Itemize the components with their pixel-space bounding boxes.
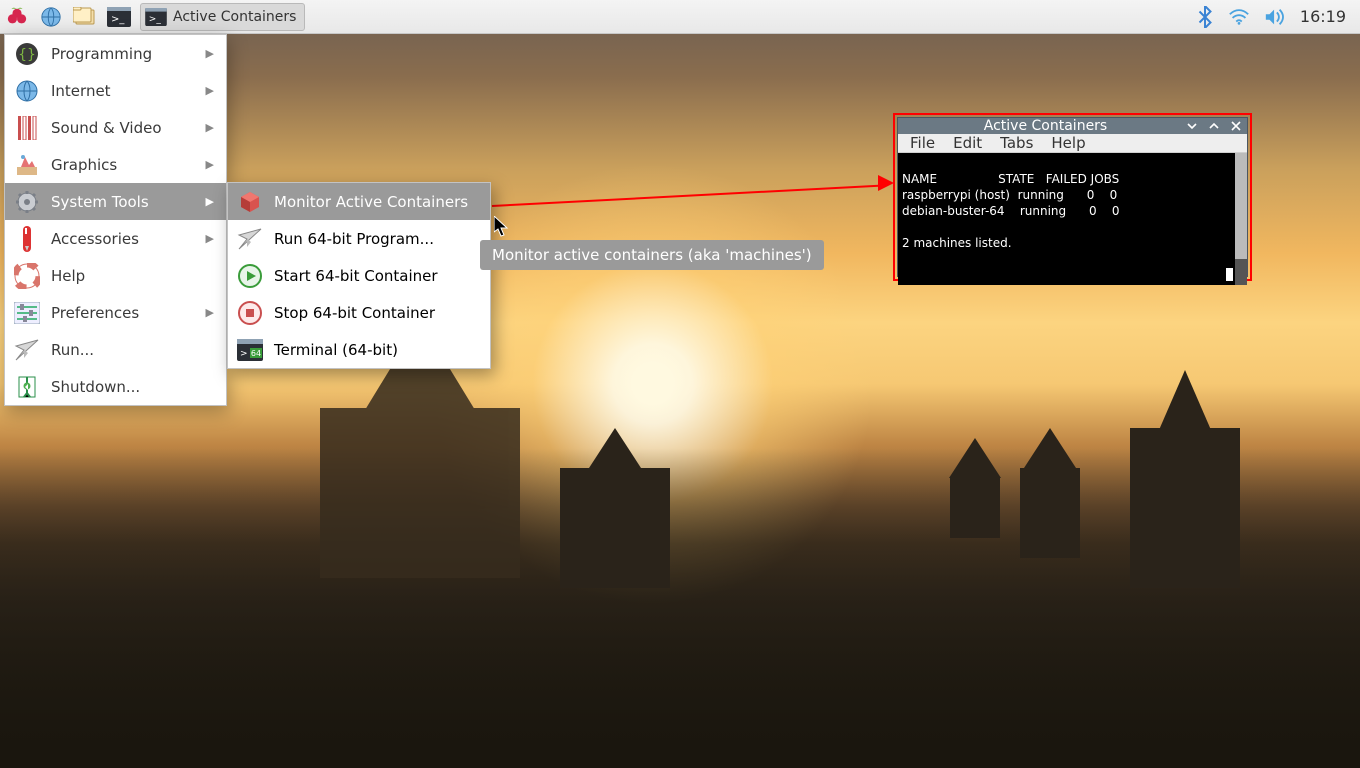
submenu-item-terminal-64-bit-[interactable]: >64 Terminal (64-bit) [228,331,490,368]
window-titlebar[interactable]: Active Containers [898,118,1247,134]
menu-item-graphics[interactable]: Graphics ▶ [5,146,226,183]
terminal-launcher[interactable]: >_ [102,0,136,34]
system-tools-submenu: Monitor Active Containers Run 64-bit Prog… [227,182,491,369]
menu-item-sound-video[interactable]: Sound & Video ▶ [5,109,226,146]
application-menu: {}Programming▶Internet▶Sound & Video▶Gra… [4,34,227,406]
menu-item-help[interactable]: Help [5,257,226,294]
menubar-item-tabs[interactable]: Tabs [1000,134,1033,152]
menu-item-label: Graphics [51,156,117,174]
sound-video-icon [13,114,41,142]
stop-icon [236,299,264,327]
window-minimize-button[interactable] [1187,121,1197,131]
submenu-item-label: Monitor Active Containers [274,193,468,211]
submenu-item-monitor-active-containers[interactable]: Monitor Active Containers [228,183,490,220]
terminal-row: raspberrypi (host) running 0 0 [902,188,1117,202]
mouse-cursor [494,216,510,238]
file-manager-launcher[interactable] [68,0,102,34]
svg-text:64: 64 [251,349,261,358]
menubar-item-edit[interactable]: Edit [953,134,982,152]
window-menubar: File Edit Tabs Help [898,134,1247,153]
menu-item-label: Internet [51,82,111,100]
submenu-arrow-icon: ▶ [206,306,214,319]
start-menu-button[interactable] [0,0,34,34]
svg-text:>_: >_ [149,14,162,24]
run-icon [13,336,41,364]
menu-item-label: Accessories [51,230,139,248]
menu-item-preferences[interactable]: Preferences ▶ [5,294,226,331]
svg-text:>: > [240,349,248,359]
window-title: Active Containers [904,118,1187,134]
terminal-row: debian-buster-64 running 0 0 [902,204,1120,218]
menu-item-shutdown-[interactable]: Shutdown... [5,368,226,405]
shutdown-icon [13,373,41,401]
menu-item-label: Shutdown... [51,378,140,396]
submenu-arrow-icon: ▶ [206,84,214,97]
menu-item-system-tools[interactable]: System Tools ▶ [5,183,226,220]
menu-item-label: System Tools [51,193,149,211]
terminal-footer: 2 machines listed. [902,236,1012,250]
container-icon [236,188,264,216]
play-icon [236,262,264,290]
menu-item-label: Run... [51,341,94,359]
submenu-item-label: Run 64-bit Program... [274,230,434,248]
submenu-item-start-64-bit-container[interactable]: Start 64-bit Container [228,257,490,294]
submenu-item-run-64-bit-program-[interactable]: Run 64-bit Program... [228,220,490,257]
submenu-item-label: Terminal (64-bit) [274,341,398,359]
svg-text:>_: >_ [111,14,125,25]
menu-item-accessories[interactable]: Accessories ▶ [5,220,226,257]
menu-item-label: Programming [51,45,152,63]
terminal-cursor [1226,268,1233,281]
menu-item-internet[interactable]: Internet ▶ [5,72,226,109]
preferences-icon [13,299,41,327]
programming-icon: {} [13,40,41,68]
accessories-icon [13,225,41,253]
volume-icon[interactable] [1264,8,1286,26]
submenu-arrow-icon: ▶ [206,232,214,245]
terminal-header-row: NAME STATE FAILED JOBS [902,172,1119,186]
menu-item-run-[interactable]: Run... [5,331,226,368]
taskbar-item-active-containers[interactable]: >_ Active Containers [140,3,305,31]
tooltip: Monitor active containers (aka 'machines… [480,240,824,270]
taskbar-item-label: Active Containers [173,9,296,25]
submenu-arrow-icon: ▶ [206,121,214,134]
window-close-button[interactable] [1231,121,1241,131]
active-containers-window: Active Containers File Edit Tabs Help NAME … [897,117,1248,277]
help-icon [13,262,41,290]
system-tools-icon [13,188,41,216]
menu-item-programming[interactable]: {} Programming ▶ [5,35,226,72]
annotation-arrow-head [878,175,894,191]
graphics-icon [13,151,41,179]
annotation-highlight-box: Active Containers File Edit Tabs Help NAME … [893,113,1252,281]
submenu-item-label: Start 64-bit Container [274,267,438,285]
send-icon [236,225,264,253]
terminal-scrollbar[interactable] [1235,153,1247,285]
submenu-arrow-icon: ▶ [206,158,214,171]
clock[interactable]: 16:19 [1300,7,1346,26]
menu-item-label: Help [51,267,85,285]
window-maximize-button[interactable] [1209,121,1219,131]
wifi-icon[interactable] [1228,8,1250,26]
svg-text:{}: {} [18,47,36,63]
browser-launcher[interactable] [34,0,68,34]
terminal64-icon: >64 [236,336,264,364]
menubar-item-help[interactable]: Help [1051,134,1085,152]
terminal-output[interactable]: NAME STATE FAILED JOBS raspberrypi (host… [898,153,1247,285]
menu-item-label: Preferences [51,304,139,322]
menu-item-label: Sound & Video [51,119,162,137]
submenu-item-label: Stop 64-bit Container [274,304,435,322]
top-panel: >_ >_ Active Containers 16:19 [0,0,1360,34]
internet-icon [13,77,41,105]
submenu-arrow-icon: ▶ [206,47,214,60]
submenu-item-stop-64-bit-container[interactable]: Stop 64-bit Container [228,294,490,331]
menubar-item-file[interactable]: File [910,134,935,152]
submenu-arrow-icon: ▶ [206,195,214,208]
bluetooth-icon[interactable] [1196,6,1214,28]
